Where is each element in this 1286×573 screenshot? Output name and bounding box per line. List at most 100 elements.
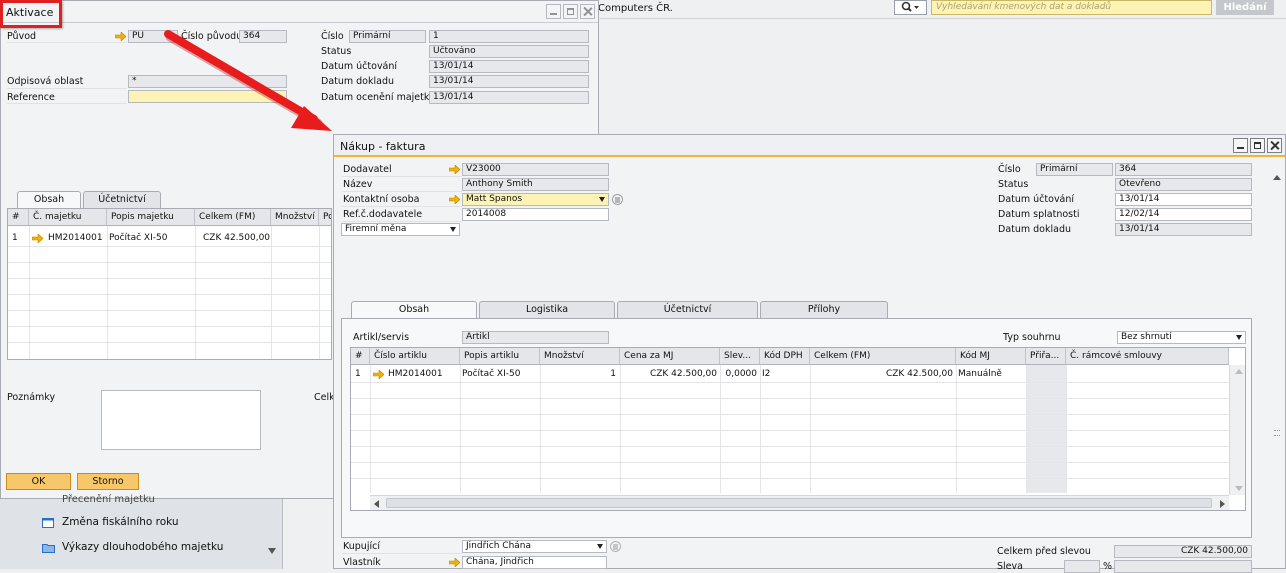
storno-button[interactable]: Storno bbox=[77, 473, 139, 490]
maximize-icon[interactable] bbox=[1250, 138, 1265, 153]
datum-splatnosti-field[interactable]: 12/02/14 bbox=[1115, 208, 1252, 221]
datum-uctovani-field[interactable]: 13/01/14 bbox=[429, 60, 589, 73]
company-name: Computers ČR. bbox=[598, 3, 673, 14]
kontakt-select[interactable]: Matt Spanos bbox=[462, 193, 609, 206]
window-vertical-scrollbar[interactable] bbox=[1270, 175, 1285, 565]
grid-col-line bbox=[760, 365, 761, 493]
grid-header-desc[interactable]: Popis artiklu bbox=[460, 348, 540, 365]
nav-item-label: Přecenění majetku bbox=[62, 494, 155, 505]
minimize-icon[interactable] bbox=[546, 4, 561, 19]
row-item: HM2014001 bbox=[388, 369, 443, 379]
datum-dokladu-field[interactable]: 13/01/14 bbox=[1115, 223, 1252, 236]
ref-input[interactable]: 2014008 bbox=[462, 208, 609, 221]
link-arrow-icon[interactable] bbox=[449, 165, 460, 174]
list-icon[interactable] bbox=[612, 194, 623, 205]
nav-panel: Přecenění majetku Změna fiskálního roku … bbox=[0, 494, 283, 569]
dodavatel-label: Dodavatel bbox=[343, 164, 392, 175]
nav-item-zmena-fiskalniho-roku[interactable]: Změna fiskálního roku bbox=[40, 516, 260, 534]
grid-row-line bbox=[351, 478, 1229, 479]
tab-ucetnictvi[interactable]: Účetnictví bbox=[617, 301, 758, 318]
grid-row-line bbox=[8, 342, 331, 343]
tab-obsah[interactable]: Obsah bbox=[351, 301, 477, 318]
search-button[interactable]: Hledání bbox=[1216, 0, 1274, 15]
list-icon[interactable] bbox=[610, 541, 621, 552]
sleva-amount-field bbox=[1114, 560, 1252, 573]
nav-scroll-down-icon[interactable] bbox=[265, 544, 280, 558]
cislo-field[interactable]: 1 bbox=[429, 30, 589, 43]
nakup-window-controls bbox=[1233, 138, 1282, 153]
row-discount: 0,0000 bbox=[725, 369, 758, 379]
table-row[interactable]: 1 HM2014001 Počítač XI-50 1 CZK 42.500,0… bbox=[351, 366, 1229, 382]
grid-header-total[interactable]: Celkem (FM) bbox=[810, 348, 956, 365]
cislo-field[interactable]: 364 bbox=[1115, 163, 1252, 176]
grid-header-discount[interactable]: Slev... bbox=[720, 348, 760, 365]
row-tax: I2 bbox=[762, 369, 771, 379]
typ-souhrnu-select[interactable]: Bez shrnutí bbox=[1117, 331, 1246, 344]
poznamky-textarea[interactable] bbox=[101, 390, 261, 450]
grid-header-num: # bbox=[8, 209, 29, 226]
datum-dokladu-field[interactable]: 13/01/14 bbox=[429, 75, 589, 88]
grid-header-uom[interactable]: Kód MJ bbox=[956, 348, 1026, 365]
tab-prilohy[interactable]: Přílohy bbox=[760, 301, 888, 318]
datum-oceneni-field[interactable]: 13/01/14 bbox=[429, 91, 589, 104]
link-arrow-icon[interactable] bbox=[449, 195, 460, 204]
grid-row-line bbox=[8, 326, 331, 327]
chevron-down-icon bbox=[1236, 335, 1242, 340]
search-icon-button[interactable] bbox=[894, 0, 927, 15]
tab-obsah[interactable]: Obsah bbox=[17, 191, 81, 208]
percent-sign: % bbox=[1103, 561, 1113, 572]
cislo-series-field[interactable]: Primární bbox=[1036, 163, 1113, 176]
grid-header-asset[interactable]: Č. majetku bbox=[29, 209, 107, 226]
row-total: CZK 42.500,00 bbox=[885, 369, 953, 379]
cislo-series-field[interactable]: Primární bbox=[349, 30, 426, 43]
grid-col-line bbox=[720, 365, 721, 493]
link-arrow-icon[interactable] bbox=[373, 370, 384, 379]
grid-header-assign[interactable]: Přiřa... bbox=[1026, 348, 1066, 365]
scroll-thumb[interactable] bbox=[386, 498, 1212, 508]
grid-header-total[interactable]: Celkem (FM) bbox=[195, 209, 271, 226]
grid-col-line bbox=[620, 365, 621, 493]
grid-header-tax[interactable]: Kód DPH bbox=[760, 348, 810, 365]
grid-header-item[interactable]: Číslo artiklu bbox=[370, 348, 460, 365]
link-arrow-icon[interactable] bbox=[449, 558, 460, 567]
horizontal-scrollbar[interactable] bbox=[370, 495, 1229, 510]
chevron-down-icon bbox=[599, 197, 605, 202]
grid-col-line bbox=[460, 365, 461, 493]
tab-logistika[interactable]: Logistika bbox=[479, 301, 615, 318]
sleva-label: Sleva bbox=[997, 561, 1023, 572]
grid-header-po[interactable]: Po bbox=[319, 209, 331, 226]
kontakt-underline bbox=[342, 206, 462, 207]
kontakt-label: Kontaktní osoba bbox=[343, 194, 420, 205]
search-input[interactable]: Vyhledávání kmenových dat a dokladů bbox=[931, 0, 1212, 15]
grid-header-qty[interactable]: Množství bbox=[271, 209, 319, 226]
sleva-percent-field[interactable] bbox=[1064, 560, 1100, 573]
minimize-icon[interactable] bbox=[1233, 138, 1248, 153]
nav-item-vykazy[interactable]: Výkazy dlouhodobého majetku bbox=[40, 541, 260, 559]
nazev-field[interactable]: Anthony Smith bbox=[462, 178, 609, 191]
kupujici-select[interactable]: Jindřich Chána bbox=[462, 540, 607, 553]
grid-header-desc[interactable]: Popis majetku bbox=[107, 209, 195, 226]
artikl-field[interactable]: Artikl bbox=[462, 331, 609, 344]
dodavatel-field[interactable]: V23000 bbox=[462, 163, 609, 176]
celkem-pred-slevou-label: Celkem před slevou bbox=[997, 546, 1091, 557]
datum-uctovani-field[interactable]: 13/01/14 bbox=[1115, 193, 1252, 206]
vlastnik-field[interactable]: Chána, Jindřich bbox=[462, 556, 607, 569]
vertical-scrollbar[interactable] bbox=[1229, 365, 1245, 495]
maximize-icon[interactable] bbox=[563, 4, 578, 19]
ok-button[interactable]: OK bbox=[6, 473, 71, 490]
row-desc: Počítač XI-50 bbox=[109, 233, 168, 243]
tab-ucetnictvi[interactable]: Účetnictví bbox=[83, 191, 161, 208]
row-num: 1 bbox=[12, 233, 18, 243]
link-arrow-icon[interactable] bbox=[32, 234, 43, 243]
grid-col-line bbox=[956, 365, 957, 493]
aktivace-window-controls bbox=[546, 4, 595, 19]
grid-header-price[interactable]: Cena za MJ bbox=[620, 348, 720, 365]
row-price: CZK 42.500,00 bbox=[649, 369, 717, 379]
mena-select[interactable]: Firemní měna bbox=[341, 223, 460, 236]
table-row[interactable]: 1 HM2014001 Počítač XI-50 CZK 42.500,00 bbox=[8, 230, 331, 246]
close-icon[interactable] bbox=[1267, 138, 1282, 153]
close-icon[interactable] bbox=[580, 4, 595, 19]
grid-header-qty[interactable]: Množství bbox=[540, 348, 620, 365]
grid-header-contract[interactable]: Č. rámcové smlouvy bbox=[1066, 348, 1229, 365]
nav-item-preceneni[interactable]: Přecenění majetku bbox=[40, 493, 260, 511]
